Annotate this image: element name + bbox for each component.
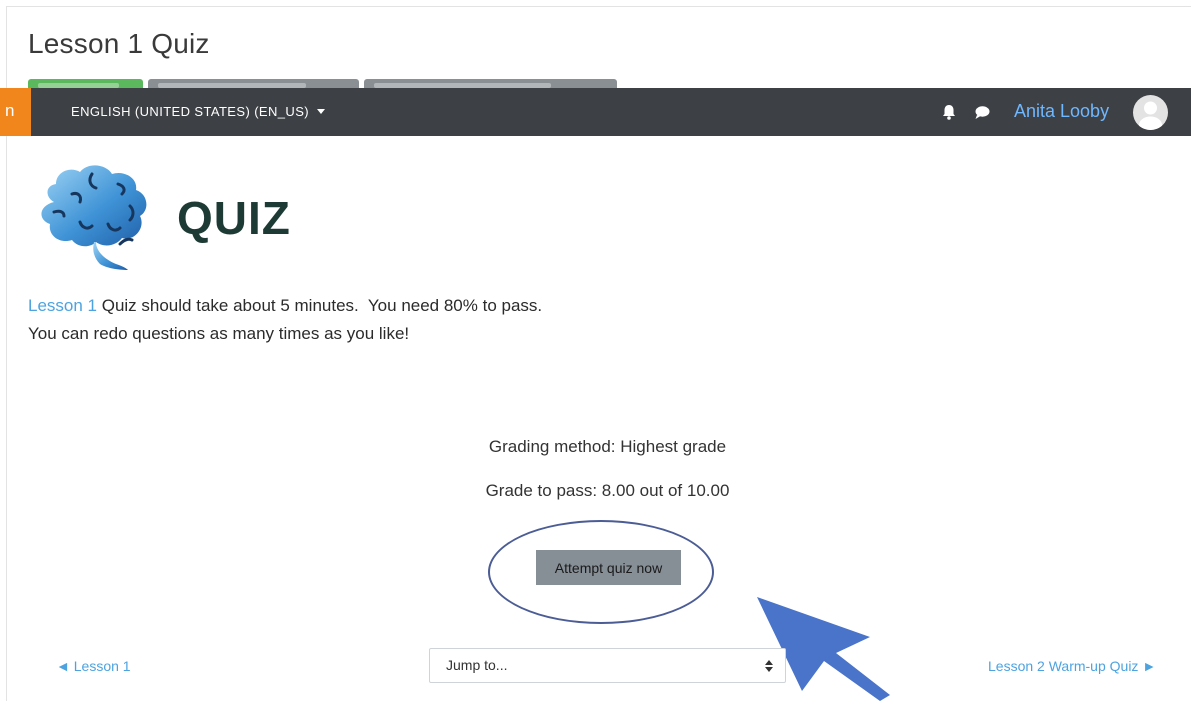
- brain-icon: [41, 165, 147, 270]
- top-navbar: n ENGLISH (UNITED STATES) (EN_US) Anita …: [0, 88, 1191, 136]
- grading-method: Grading method: Highest grade: [488, 437, 727, 456]
- user-silhouette-icon: [1139, 101, 1162, 130]
- chat-icon[interactable]: [973, 103, 991, 121]
- user-name-link[interactable]: Anita Looby: [1014, 88, 1109, 136]
- previous-activity-link[interactable]: ◄ Lesson 1: [56, 658, 131, 674]
- intro-line-1: Lesson 1 Quiz should take about 5 minute…: [28, 292, 542, 320]
- avatar-icon[interactable]: [1133, 95, 1168, 130]
- intro-line-1-text: Quiz should take about 5 minutes. You ne…: [97, 296, 543, 315]
- lesson-1-link[interactable]: Lesson 1: [28, 296, 97, 315]
- attempt-quiz-button[interactable]: Attempt quiz now: [536, 550, 681, 585]
- jump-to-select[interactable]: Jump to...: [429, 648, 786, 683]
- language-label: ENGLISH (UNITED STATES) (EN_US): [71, 104, 309, 119]
- site-brand[interactable]: n: [0, 88, 31, 136]
- bell-icon[interactable]: [940, 103, 958, 121]
- logo-text: QUIZ: [177, 192, 291, 244]
- page-title: Lesson 1 Quiz: [28, 28, 210, 59]
- caret-down-icon: [317, 109, 325, 114]
- intro-line-2: You can redo questions as many times as …: [28, 324, 410, 343]
- quiz-page: Lesson 1 Quiz n ENGLISH (UNITED STATES) …: [0, 0, 1191, 701]
- jump-to-label: Jump to...: [446, 657, 508, 673]
- quiz-intro: Lesson 1 Quiz should take about 5 minute…: [28, 292, 542, 348]
- quiz-logo: QUIZ: [41, 165, 291, 270]
- select-arrows-icon: [765, 660, 773, 672]
- next-activity-link[interactable]: Lesson 2 Warm-up Quiz ►: [988, 658, 1156, 674]
- grade-to-pass: Grade to pass: 8.00 out of 10.00: [485, 481, 730, 500]
- language-menu[interactable]: ENGLISH (UNITED STATES) (EN_US): [71, 88, 325, 136]
- frame-border-top: [6, 6, 1191, 7]
